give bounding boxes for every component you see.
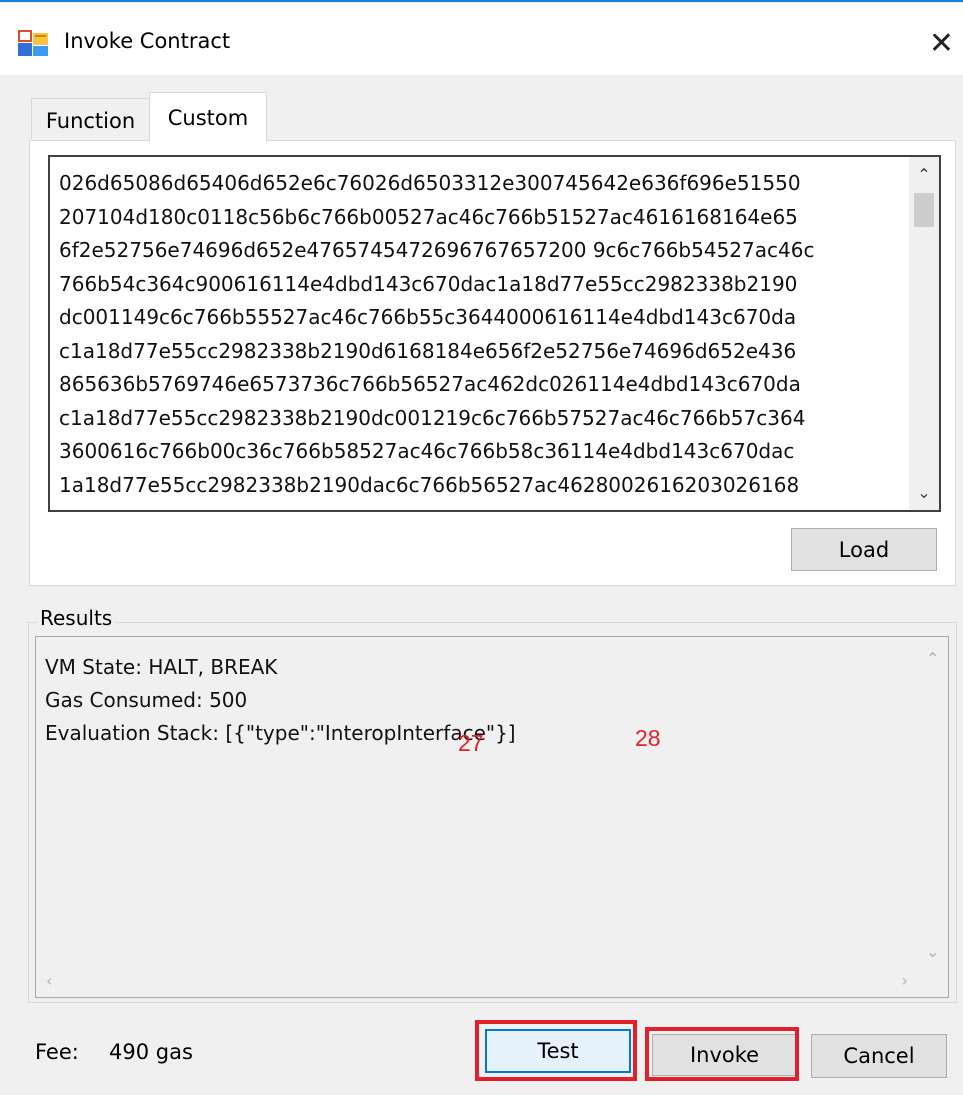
window-title: Invoke Contract xyxy=(64,29,231,53)
step-number-invoke: 28 xyxy=(635,725,661,751)
script-line: 3600616c766b00c36c766b58527ac46c766b58c3… xyxy=(59,439,795,463)
results-text: VM State: HALT, BREAK Gas Consumed: 500 … xyxy=(45,651,516,750)
scroll-down-icon[interactable]: ⌄ xyxy=(909,483,939,502)
script-line: 026d65086d65406d652e6c76026d6503312e3007… xyxy=(59,171,801,195)
result-vm-state: VM State: HALT, BREAK xyxy=(45,655,278,679)
window-app-icon xyxy=(18,30,48,56)
result-evaluation-stack: Evaluation Stack: [{"type":"InteropInter… xyxy=(45,721,516,745)
load-button[interactable]: Load xyxy=(791,528,937,571)
results-group-label: Results xyxy=(37,606,116,630)
script-line: 865636b5769746e6573736c766b56527ac462dc0… xyxy=(59,372,801,396)
script-line: 207104d180c0118c56b6c766b00527ac46c766b5… xyxy=(59,204,798,229)
step-number-test: 27 xyxy=(458,730,484,756)
scroll-up-icon[interactable]: ⌃ xyxy=(909,165,939,184)
script-line: c1a18d77e55cc2982338b2190dc001219c6c766b… xyxy=(59,405,806,430)
scroll-right-icon[interactable]: › xyxy=(902,971,908,990)
tab-custom-label: Custom xyxy=(167,105,249,130)
results-horizontal-scrollbar[interactable]: ‹ › xyxy=(36,967,920,997)
scroll-left-icon[interactable]: ‹ xyxy=(46,971,52,990)
fee-value: 490 gas xyxy=(109,1040,193,1064)
tab-function[interactable]: Function xyxy=(31,98,150,139)
scroll-down-icon[interactable]: ⌄ xyxy=(926,942,939,961)
script-line: dc001149c6c766b55527ac46c766b55c36440006… xyxy=(59,305,797,329)
custom-script-textarea[interactable]: 026d65086d65406d652e6c76026d6503312e3007… xyxy=(48,155,941,512)
script-scroll-thumb[interactable] xyxy=(914,193,934,227)
script-line: 6f2e52756e74696d652e47657454726967676572… xyxy=(59,238,815,262)
title-bar: Invoke Contract ✕ xyxy=(0,3,963,75)
highlight-box-invoke xyxy=(645,1027,799,1081)
cancel-button[interactable]: Cancel xyxy=(811,1034,947,1078)
script-line: 1a18d77e55cc2982338b2190dac6c766b56527ac… xyxy=(59,472,800,497)
results-vertical-scrollbar[interactable]: ⌃ ⌄ xyxy=(918,637,948,967)
tab-function-label: Function xyxy=(45,109,136,133)
scroll-up-icon[interactable]: ⌃ xyxy=(926,649,939,668)
script-vertical-scrollbar[interactable]: ⌃ ⌄ xyxy=(909,157,939,510)
script-text: 026d65086d65406d652e6c76026d6503312e3007… xyxy=(59,167,899,502)
results-textbox[interactable]: VM State: HALT, BREAK Gas Consumed: 500 … xyxy=(35,636,949,998)
result-gas-consumed: Gas Consumed: 500 xyxy=(45,688,248,712)
script-line: c1a18d77e55cc2982338b2190d6168184e656f2e… xyxy=(59,338,797,363)
close-icon[interactable]: ✕ xyxy=(920,19,963,67)
fee-label: Fee: xyxy=(35,1040,79,1064)
tab-custom[interactable]: Custom xyxy=(149,92,267,142)
scrollbar-corner xyxy=(918,967,948,997)
script-line: 766b54c364c900616114e4dbd143c670dac1a18d… xyxy=(59,271,798,296)
highlight-box-test xyxy=(475,1020,637,1081)
